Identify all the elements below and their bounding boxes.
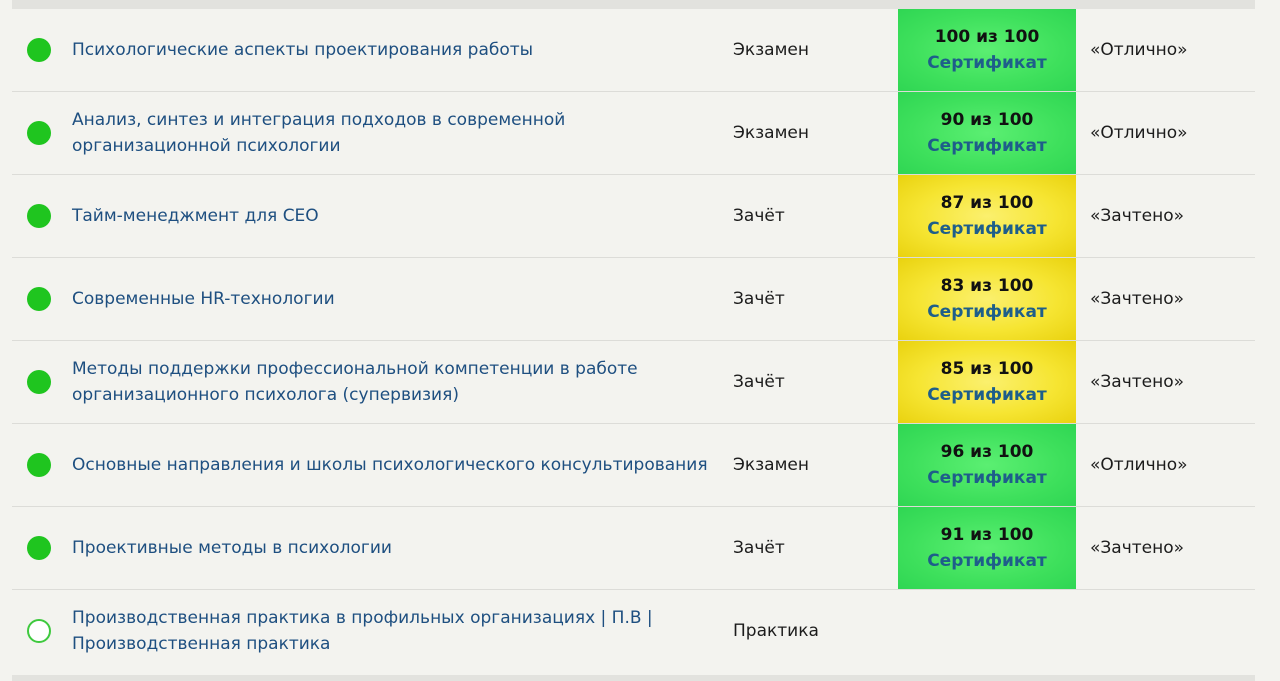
table-row: Тайм-менеджмент для CEO Зачёт 87 из 100 … (12, 175, 1255, 258)
table-row: Современные HR-технологии Зачёт 83 из 10… (12, 258, 1255, 341)
course-title-link[interactable]: Проективные методы в психологии (72, 507, 712, 589)
status-pending-icon (27, 619, 51, 643)
score-cell: 85 из 100 Сертификат (898, 341, 1076, 423)
assessment-type: Экзамен (733, 40, 809, 60)
score-cell: 83 из 100 Сертификат (898, 258, 1076, 340)
certificate-link[interactable]: Сертификат (927, 548, 1047, 574)
assessment-type: Зачёт (733, 538, 785, 558)
assessment-type: Экзамен (733, 455, 809, 475)
status-completed-icon (27, 204, 51, 228)
score-value: 83 из 100 (940, 276, 1034, 296)
table-row: Производственная практика в профильных о… (12, 590, 1255, 673)
course-title-link[interactable]: Тайм-менеджмент для CEO (72, 175, 712, 257)
grade-result: «Зачтено» (1090, 538, 1185, 558)
grade-result: «Отлично» (1090, 123, 1188, 143)
score-cell: 96 из 100 Сертификат (898, 424, 1076, 506)
table-row: Психологические аспекты проектирования р… (12, 9, 1255, 92)
table-row: Проективные методы в психологии Зачёт 91… (12, 507, 1255, 590)
score-cell: 87 из 100 Сертификат (898, 175, 1076, 257)
certificate-link[interactable]: Сертификат (927, 299, 1047, 325)
score-value: 90 из 100 (940, 110, 1034, 130)
certificate-link[interactable]: Сертификат (927, 465, 1047, 491)
table-row: Основные направления и школы психологиче… (12, 424, 1255, 507)
course-title-link[interactable]: Производственная практика в профильных о… (72, 590, 712, 672)
grade-result: «Зачтено» (1090, 289, 1185, 309)
score-value: 96 из 100 (940, 442, 1034, 462)
course-title-link[interactable]: Методы поддержки профессиональной компет… (72, 341, 712, 423)
certificate-link[interactable]: Сертификат (927, 133, 1047, 159)
certificate-link[interactable]: Сертификат (927, 50, 1047, 76)
assessment-type: Зачёт (733, 206, 785, 226)
table-row: Методы поддержки профессиональной компет… (12, 341, 1255, 424)
status-completed-icon (27, 121, 51, 145)
table-bottom-divider (12, 675, 1255, 681)
score-value: 87 из 100 (940, 193, 1034, 213)
status-completed-icon (27, 38, 51, 62)
grade-result: «Зачтено» (1090, 206, 1185, 226)
assessment-type: Зачёт (733, 289, 785, 309)
table-top-divider (12, 0, 1255, 9)
certificate-link[interactable]: Сертификат (927, 382, 1047, 408)
status-completed-icon (27, 370, 51, 394)
assessment-type: Практика (733, 621, 819, 641)
course-results-table: Психологические аспекты проектирования р… (12, 0, 1255, 681)
status-completed-icon (27, 453, 51, 477)
course-title-link[interactable]: Современные HR-технологии (72, 258, 712, 340)
assessment-type: Зачёт (733, 372, 785, 392)
score-value: 100 из 100 (934, 27, 1040, 47)
score-cell: 91 из 100 Сертификат (898, 507, 1076, 589)
score-value: 85 из 100 (940, 359, 1034, 379)
grade-result: «Отлично» (1090, 455, 1188, 475)
course-title-link[interactable]: Психологические аспекты проектирования р… (72, 9, 712, 91)
assessment-type: Экзамен (733, 123, 809, 143)
course-title-link[interactable]: Анализ, синтез и интеграция подходов в с… (72, 92, 712, 174)
table-row: Анализ, синтез и интеграция подходов в с… (12, 92, 1255, 175)
grade-result: «Зачтено» (1090, 372, 1185, 392)
status-completed-icon (27, 287, 51, 311)
score-cell: 90 из 100 Сертификат (898, 92, 1076, 174)
score-cell: 100 из 100 Сертификат (898, 9, 1076, 91)
grade-result: «Отлично» (1090, 40, 1188, 60)
status-completed-icon (27, 536, 51, 560)
score-value: 91 из 100 (940, 525, 1034, 545)
course-title-link[interactable]: Основные направления и школы психологиче… (72, 424, 712, 506)
certificate-link[interactable]: Сертификат (927, 216, 1047, 242)
